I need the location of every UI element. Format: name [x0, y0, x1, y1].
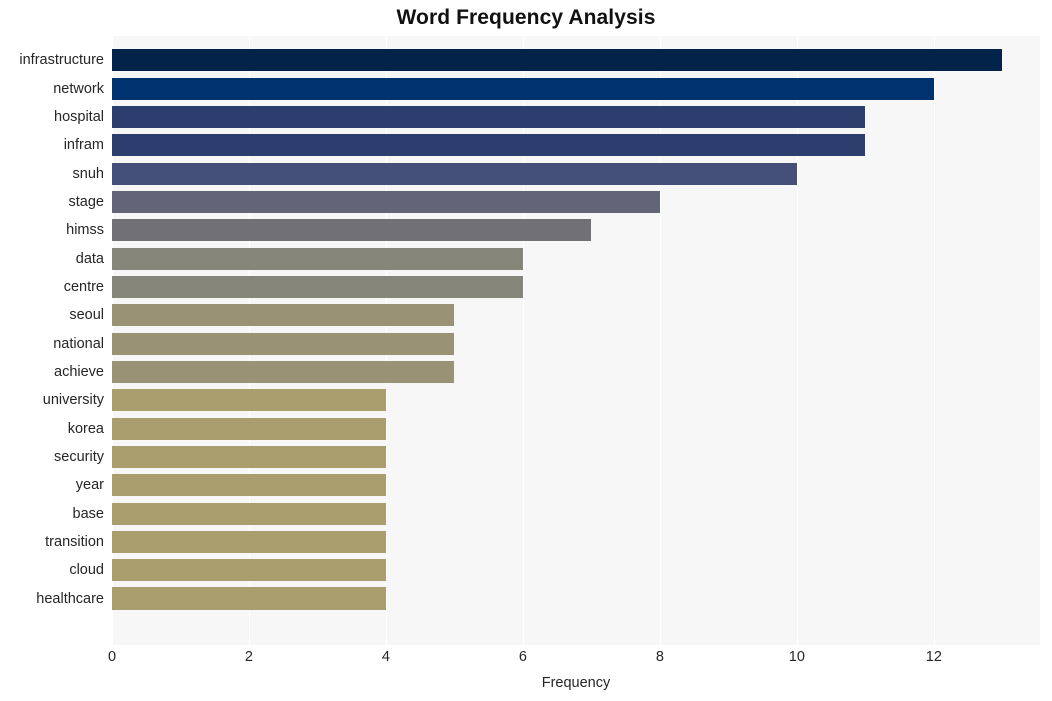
y-tick-label-achieve: achieve [54, 363, 104, 380]
word-frequency-chart: Word Frequency Analysis infrastructure ne… [0, 0, 1052, 701]
y-tick-label-snuh: snuh [72, 165, 104, 182]
bar-row [112, 502, 1040, 525]
x-tick-label-10: 10 [788, 649, 805, 665]
bar[interactable] [112, 105, 866, 129]
y-tick-label-infram: infram [63, 137, 104, 154]
x-axis-title: Frequency [541, 675, 611, 691]
y-tick-label-national: national [53, 335, 104, 352]
bar[interactable] [112, 445, 386, 468]
y-tick-label-security: security [54, 448, 104, 465]
y-tick-label-himss: himss [66, 222, 104, 239]
y-tick-label-korea: korea [67, 420, 104, 437]
bar-row [112, 474, 1040, 497]
bar-row [112, 77, 1040, 100]
x-tick-label-2: 2 [244, 649, 254, 665]
bar[interactable] [112, 502, 386, 525]
bar-row [112, 219, 1040, 242]
y-tick-label-seoul: seoul [69, 307, 104, 324]
bar[interactable] [112, 247, 523, 270]
x-tick-label-0: 0 [107, 649, 117, 665]
bar[interactable] [112, 162, 797, 185]
chart-title: Word Frequency Analysis [396, 6, 656, 29]
bar-row [112, 587, 1040, 610]
bar[interactable] [112, 49, 1003, 72]
bar[interactable] [112, 474, 386, 497]
bar[interactable] [112, 332, 455, 355]
y-tick-label-healthcare: healthcare [36, 590, 104, 607]
y-tick-label-university: university [42, 392, 104, 409]
bar[interactable] [112, 134, 866, 157]
bar[interactable] [112, 587, 386, 610]
y-tick-label-stage: stage [68, 193, 104, 210]
bar[interactable] [112, 559, 386, 582]
bar-row [112, 134, 1040, 157]
bars-layer [112, 36, 1040, 645]
y-tick-label-hospital: hospital [54, 109, 104, 125]
bar-row [112, 389, 1040, 412]
y-tick-label-network: network [53, 80, 104, 97]
bar[interactable] [112, 219, 592, 242]
bar[interactable] [112, 360, 455, 383]
x-tick-label-8: 8 [655, 649, 664, 665]
bar[interactable] [112, 304, 455, 327]
bar-row [112, 275, 1040, 298]
bar-row [112, 360, 1040, 383]
bar-row [112, 530, 1040, 553]
x-tick-label-4: 4 [381, 649, 390, 665]
bar[interactable] [112, 530, 386, 553]
y-tick-label-base: base [72, 505, 104, 522]
bar[interactable] [112, 275, 523, 298]
bar-row [112, 417, 1040, 440]
y-tick-label-infrastructure: infrastructure [19, 52, 104, 69]
x-tick-label-6: 6 [518, 649, 527, 665]
bar-row [112, 304, 1040, 327]
bar[interactable] [112, 190, 660, 214]
bar-row [112, 332, 1040, 355]
y-axis-tick-labels: infrastructure network hospital infram snuh s… [0, 36, 104, 645]
bar-row [112, 105, 1040, 129]
y-tick-label-year: year [75, 477, 104, 494]
bar-row [112, 247, 1040, 270]
x-tick-label-12: 12 [925, 649, 942, 665]
plot-area [112, 36, 1040, 645]
bar-row [112, 49, 1040, 72]
y-tick-label-cloud: cloud [69, 562, 104, 579]
y-tick-label-centre: centre [63, 278, 104, 295]
bar-row [112, 190, 1040, 214]
bar[interactable] [112, 77, 934, 100]
y-tick-label-transition: transition [45, 533, 104, 550]
bar-row [112, 162, 1040, 185]
bar[interactable] [112, 389, 386, 412]
y-tick-label-data: data [75, 250, 104, 267]
bar-row [112, 559, 1040, 582]
x-axis-tick-labels: 0 2 4 6 8 10 12 [108, 649, 1040, 672]
bar[interactable] [112, 417, 386, 440]
bar-row [112, 445, 1040, 468]
